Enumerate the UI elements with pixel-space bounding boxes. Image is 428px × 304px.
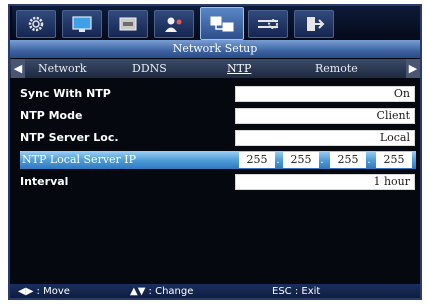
ip-octet-1-field[interactable]: 255 bbox=[239, 152, 275, 168]
gear-icon bbox=[28, 16, 44, 32]
tab-remote[interactable]: Remote bbox=[315, 59, 358, 78]
ip-separator: . bbox=[367, 153, 371, 166]
menu-display-button[interactable] bbox=[62, 10, 102, 38]
server-location-value-field[interactable]: Local bbox=[235, 130, 415, 146]
hint-exit: ESC : Exit bbox=[272, 286, 321, 297]
tab-ddns[interactable]: DDNS bbox=[132, 59, 167, 78]
menu-icon-bar bbox=[12, 6, 420, 40]
menu-exit-button[interactable] bbox=[294, 10, 334, 38]
page-title: Network Setup bbox=[10, 40, 420, 58]
monitor-icon bbox=[72, 16, 92, 32]
ip-octet-3-field[interactable]: 255 bbox=[330, 152, 366, 168]
tab-scroll-left-icon[interactable]: ◀ bbox=[11, 59, 25, 78]
setting-row-server-location[interactable]: NTP Server Loc. Local bbox=[20, 129, 416, 147]
server-ip-label: NTP Local Server IP bbox=[22, 153, 137, 166]
ip-octet-2-field[interactable]: 255 bbox=[283, 152, 319, 168]
tab-network[interactable]: Network bbox=[38, 59, 87, 78]
tab-ntp[interactable]: NTP bbox=[227, 59, 251, 78]
menu-system-button[interactable] bbox=[16, 10, 56, 38]
interval-value-field[interactable]: 1 hour bbox=[235, 174, 415, 190]
mode-label: NTP Mode bbox=[20, 109, 83, 122]
setting-row-server-ip[interactable]: NTP Local Server IP 255 . 255 . 255 . 25… bbox=[20, 151, 416, 169]
settings-slider-icon bbox=[258, 19, 278, 29]
menu-storage-button[interactable] bbox=[108, 10, 148, 38]
storage-icon bbox=[119, 17, 137, 31]
setting-row-interval[interactable]: Interval 1 hour bbox=[20, 173, 416, 191]
setting-row-mode[interactable]: NTP Mode Client bbox=[20, 107, 416, 125]
sync-value-field[interactable]: On bbox=[235, 86, 415, 102]
ip-separator: . bbox=[276, 153, 280, 166]
menu-config-button[interactable] bbox=[248, 10, 288, 38]
server-location-label: NTP Server Loc. bbox=[20, 131, 119, 144]
setting-row-sync[interactable]: Sync With NTP On bbox=[20, 85, 416, 103]
interval-label: Interval bbox=[20, 175, 69, 188]
users-icon bbox=[165, 17, 182, 32]
menu-network-button[interactable] bbox=[200, 7, 244, 40]
ip-octet-4-field[interactable]: 255 bbox=[376, 152, 412, 168]
mode-value-field[interactable]: Client bbox=[235, 108, 415, 124]
sync-label: Sync With NTP bbox=[20, 87, 111, 100]
tab-scroll-right-icon[interactable]: ▶ bbox=[406, 59, 420, 78]
dvr-setup-screen: Network Setup ◀ Network DDNS NTP Remote … bbox=[8, 4, 422, 300]
network-icon bbox=[210, 16, 234, 31]
hint-move: ◀▶ : Move bbox=[18, 286, 70, 297]
menu-users-button[interactable] bbox=[154, 10, 194, 38]
tab-bar: ◀ Network DDNS NTP Remote ▶ bbox=[10, 59, 420, 78]
exit-icon bbox=[307, 17, 325, 31]
key-hint-bar: ◀▶ : Move ▲▼ : Change ESC : Exit bbox=[10, 284, 420, 298]
hint-change: ▲▼ : Change bbox=[130, 286, 194, 297]
ip-separator: . bbox=[320, 153, 324, 166]
